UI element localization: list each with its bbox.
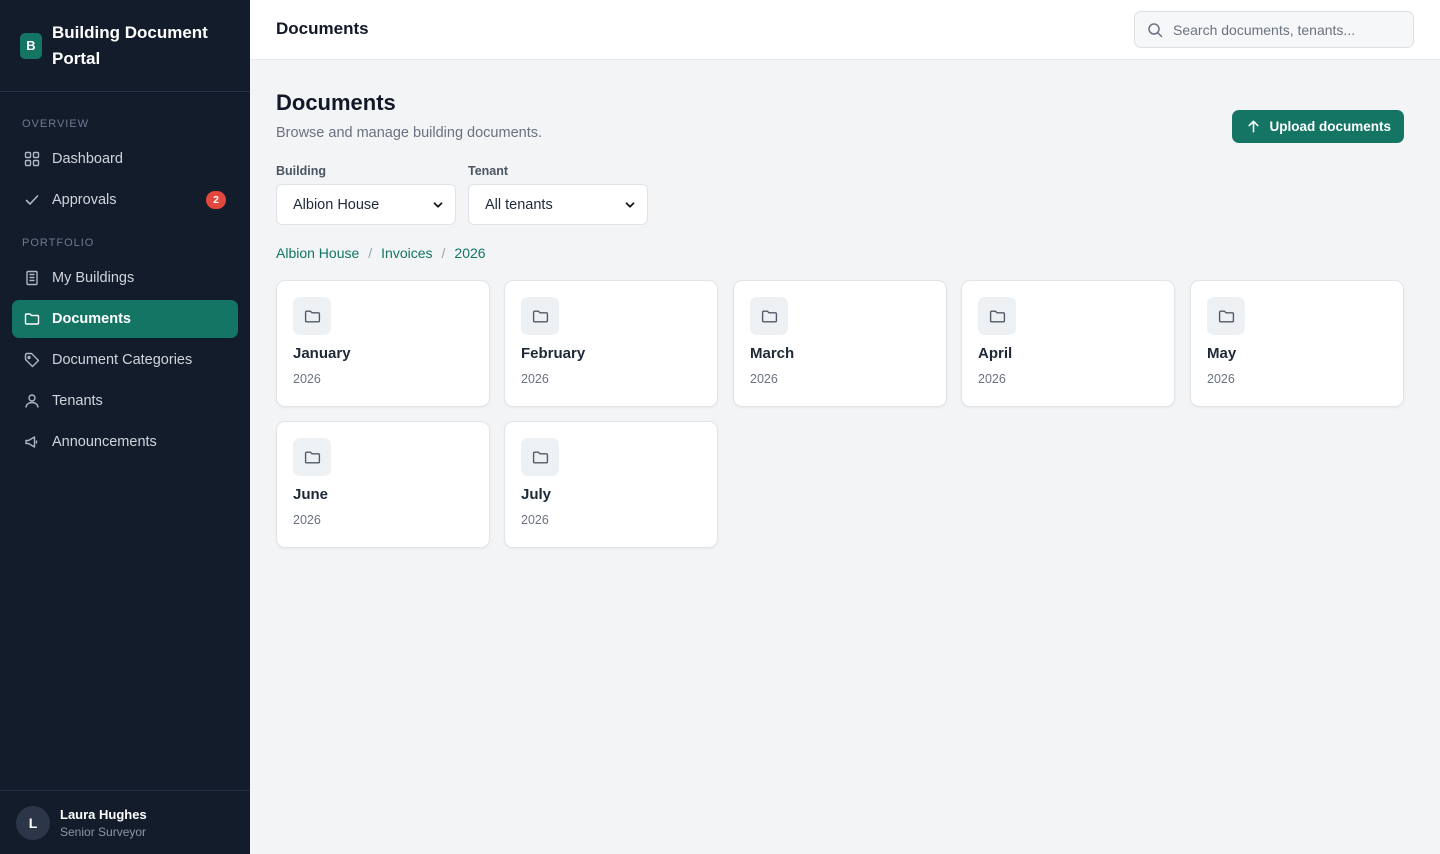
folder-icon: [24, 311, 40, 327]
sidebar-item-label: Approvals: [52, 192, 117, 208]
folder-name: March: [750, 345, 795, 362]
folder-year: 2026: [521, 513, 549, 527]
folder-icon: [521, 297, 559, 335]
folder-year: 2026: [750, 372, 778, 386]
breadcrumb: Albion House / Invoices / 2026: [276, 245, 486, 261]
user-profile[interactable]: L Laura Hughes Senior Surveyor: [0, 790, 250, 854]
sidebar-item-document-categories[interactable]: Document Categories: [12, 341, 238, 379]
breadcrumb-separator: /: [441, 245, 446, 261]
building-select-value: Albion House: [293, 196, 380, 213]
approvals-count-badge: 2: [206, 191, 226, 209]
page-subtitle: Browse and manage building documents.: [276, 125, 542, 141]
folder-icon: [1207, 297, 1245, 335]
tag-icon: [24, 352, 40, 368]
sidebar-item-label: Announcements: [52, 434, 157, 450]
tenant-filter-label: Tenant: [468, 164, 509, 178]
sidebar-item-label: Documents: [52, 311, 131, 327]
breadcrumb-item[interactable]: Albion House: [276, 245, 359, 261]
folder-card[interactable]: February 2026: [504, 280, 718, 407]
sidebar-item-announcements[interactable]: Announcements: [12, 423, 238, 461]
building-filter-label: Building: [276, 164, 326, 178]
arrow-up-icon: [1248, 120, 1259, 133]
folder-card[interactable]: January 2026: [276, 280, 490, 407]
folder-year: 2026: [521, 372, 549, 386]
building-icon: [24, 270, 40, 286]
breadcrumb-item[interactable]: Invoices: [381, 245, 432, 261]
folder-name: June: [293, 486, 329, 503]
section-label-portfolio: PORTFOLIO: [22, 237, 95, 249]
building-filter: Building Albion House: [276, 164, 456, 225]
user-role: Senior Surveyor: [60, 824, 147, 839]
folder-card[interactable]: May 2026: [1190, 280, 1404, 407]
sidebar-item-approvals[interactable]: Approvals 2: [12, 181, 238, 219]
building-select[interactable]: Albion House: [276, 184, 456, 225]
folder-year: 2026: [293, 372, 321, 386]
megaphone-icon: [24, 434, 40, 450]
brand[interactable]: B Building Document Portal: [0, 0, 250, 92]
folder-name: July: [521, 486, 552, 503]
folder-card[interactable]: April 2026: [961, 280, 1175, 407]
sidebar: B Building Document Portal OVERVIEW Dash…: [0, 0, 250, 854]
tenant-select-value: All tenants: [485, 196, 553, 213]
sidebar-item-my-buildings[interactable]: My Buildings: [12, 259, 238, 297]
folder-name: April: [978, 345, 1013, 362]
chevron-down-icon: [433, 201, 443, 208]
sidebar-item-label: Tenants: [52, 393, 103, 409]
top-bar: Documents: [250, 0, 1440, 60]
folder-year: 2026: [1207, 372, 1235, 386]
page-title: Documents: [276, 90, 396, 115]
folder-name: February: [521, 345, 586, 362]
folder-card[interactable]: June 2026: [276, 421, 490, 548]
tenant-select[interactable]: All tenants: [468, 184, 648, 225]
search-icon: [1147, 22, 1163, 38]
search-box[interactable]: [1134, 11, 1414, 48]
grid-icon: [24, 151, 40, 167]
folder-year: 2026: [293, 513, 321, 527]
app-title: Building Document Portal: [52, 22, 208, 68]
folder-card[interactable]: March 2026: [733, 280, 947, 407]
folder-icon: [978, 297, 1016, 335]
check-icon: [24, 192, 40, 208]
sidebar-item-label: Dashboard: [52, 151, 123, 167]
brand-logo: B: [20, 32, 42, 59]
folder-year: 2026: [978, 372, 1006, 386]
header-title: Documents: [276, 19, 369, 38]
user-icon: [24, 393, 40, 409]
sidebar-item-tenants[interactable]: Tenants: [12, 382, 238, 420]
upload-documents-button[interactable]: Upload documents: [1232, 110, 1404, 143]
sidebar-item-label: My Buildings: [52, 270, 135, 286]
breadcrumb-separator: /: [368, 245, 373, 261]
folder-icon: [293, 297, 331, 335]
folder-icon: [293, 438, 331, 476]
section-label-overview: OVERVIEW: [22, 118, 90, 130]
folder-name: January: [293, 345, 351, 362]
sidebar-item-dashboard[interactable]: Dashboard: [12, 140, 238, 178]
sidebar-item-label: Document Categories: [52, 352, 193, 368]
tenant-filter: Tenant All tenants: [468, 164, 648, 225]
folder-icon: [750, 297, 788, 335]
chevron-down-icon: [625, 201, 635, 208]
breadcrumb-item-current[interactable]: 2026: [454, 245, 485, 261]
user-name: Laura Hughes: [60, 806, 147, 822]
folder-icon: [521, 438, 559, 476]
search-input[interactable]: [1173, 21, 1393, 38]
upload-documents-label: Upload documents: [1269, 119, 1391, 134]
sidebar-item-documents[interactable]: Documents: [12, 300, 238, 338]
avatar: L: [16, 805, 50, 840]
folder-card[interactable]: July 2026: [504, 421, 718, 548]
folder-name: May: [1207, 345, 1237, 362]
